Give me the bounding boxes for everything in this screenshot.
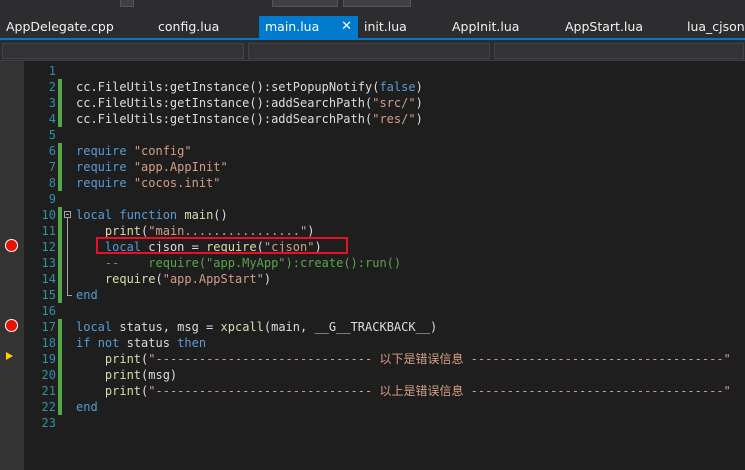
breakpoint-icon[interactable] (5, 239, 18, 252)
location-dropdown[interactable] (494, 43, 744, 59)
navigation-bar (0, 40, 745, 61)
code-line-8: require "cocos.init" (76, 176, 221, 190)
member-dropdown[interactable] (248, 43, 490, 59)
code-line-13: -- require("app.MyApp"):create():run() (104, 256, 402, 270)
code-line-10: local function main() (76, 208, 228, 222)
highlight-box (96, 237, 348, 254)
tab-init-lua[interactable]: init.lua (358, 16, 446, 38)
line-number: 3 (48, 96, 56, 110)
line-number: 18 (41, 336, 56, 350)
code-editor[interactable]: 1 2 3 4 5 6 7 8 9 10 11 12 13 14 15 16 1… (24, 61, 745, 470)
code-line-18: if not status then (76, 336, 207, 350)
code-line-7: require "app.AppInit" (76, 160, 228, 174)
tab-appdelegate-cpp[interactable]: AppDelegate.cpp (0, 16, 152, 38)
line-number: 9 (48, 192, 56, 206)
code-line-19: print("------------------------------ 以下… (104, 352, 731, 366)
line-number: 14 (41, 272, 56, 286)
tab-label: AppDelegate.cpp (6, 19, 114, 34)
tab-label: config.lua (158, 19, 220, 34)
line-number: 2 (48, 80, 56, 94)
line-number: 1 (48, 64, 56, 78)
document-tab-bar: AppDelegate.cpp config.lua main.lua ✕ ini… (0, 16, 745, 38)
code-line-22: end (76, 400, 98, 414)
line-number: 10 (41, 208, 56, 222)
line-number: 17 (41, 320, 56, 334)
line-number: 19 (41, 352, 56, 366)
tab-label: lua_cjson.c (687, 19, 745, 34)
tab-label: AppInit.lua (452, 19, 520, 34)
scope-dropdown[interactable] (2, 43, 244, 59)
platform-dropdown[interactable] (343, 0, 411, 7)
code-line-2: cc.FileUtils:getInstance():setPopupNotif… (76, 80, 423, 94)
toolbar (0, 0, 745, 16)
fold-toggle-icon[interactable] (64, 211, 71, 218)
line-number: 21 (41, 384, 56, 398)
line-number: 8 (48, 176, 56, 190)
code-line-20: print(msg) (104, 368, 178, 382)
current-statement-arrow-icon (6, 352, 13, 360)
line-number: 6 (48, 144, 56, 158)
configuration-dropdown[interactable] (272, 0, 338, 7)
breakpoint-icon[interactable] (5, 319, 18, 332)
fold-guide (67, 218, 68, 295)
line-number: 7 (48, 160, 56, 174)
code-line-6: require "config" (76, 144, 192, 158)
tab-label: AppStart.lua (565, 19, 643, 34)
tab-label: init.lua (364, 19, 407, 34)
change-indicator (58, 319, 62, 415)
line-number: 5 (48, 128, 56, 142)
close-icon[interactable]: ✕ (341, 16, 352, 38)
code-line-21: print("------------------------------ 以上… (104, 384, 731, 398)
line-number: 16 (41, 304, 56, 318)
change-indicator (58, 79, 62, 127)
toolbar-button[interactable] (120, 0, 134, 7)
tab-lua-cjson-c[interactable]: lua_cjson.c (681, 16, 745, 38)
line-number: 12 (41, 240, 56, 254)
tab-main-lua[interactable]: main.lua ✕ (259, 16, 358, 38)
code-line-15: end (76, 288, 98, 302)
breakpoint-margin[interactable] (0, 61, 24, 470)
change-indicator (58, 207, 62, 303)
change-indicator (58, 143, 62, 191)
code-line-14: require("app.AppStart") (104, 272, 272, 286)
code-line-17: local status, msg = xpcall(main, __G__TR… (76, 320, 438, 334)
line-number: 13 (41, 256, 56, 270)
line-number: 4 (48, 112, 56, 126)
line-number: 23 (41, 416, 56, 430)
tab-appstart-lua[interactable]: AppStart.lua (559, 16, 681, 38)
tab-appinit-lua[interactable]: AppInit.lua (446, 16, 559, 38)
line-number: 22 (41, 400, 56, 414)
line-number: 15 (41, 288, 56, 302)
tab-config-lua[interactable]: config.lua (152, 16, 259, 38)
fold-guide-end (67, 295, 72, 296)
line-number: 11 (41, 224, 56, 238)
code-line-4: cc.FileUtils:getInstance():addSearchPath… (76, 112, 423, 126)
code-line-3: cc.FileUtils:getInstance():addSearchPath… (76, 96, 423, 110)
line-number: 20 (41, 368, 56, 382)
tab-label: main.lua (265, 19, 320, 34)
